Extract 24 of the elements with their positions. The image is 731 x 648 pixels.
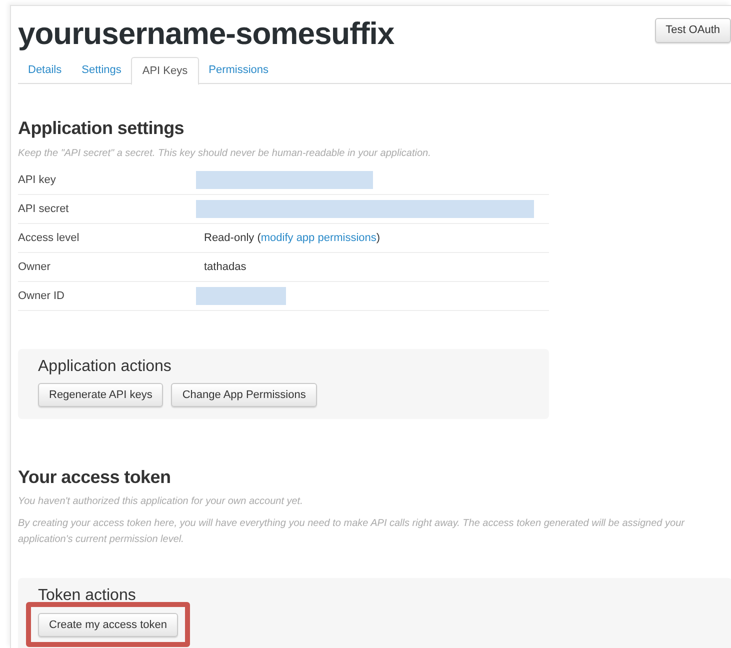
section-heading: Your access token <box>18 466 172 488</box>
panel-heading: Token actions <box>38 586 137 606</box>
button[interactable]: Create my access token <box>38 613 178 638</box>
button[interactable]: Change App Permissions <box>171 383 317 407</box>
field-label: Owner <box>18 260 52 275</box>
section-note: By creating your access token here, you will have everything you need to make API calls right away. The access token generated will be assigned your application's current permission level. <box>18 517 686 547</box>
field-value: Read-only (modify app permissions) <box>204 230 380 246</box>
section-heading: Application settings <box>18 117 186 139</box>
panel-heading: Application actions <box>38 357 172 377</box>
tab[interactable]: Permissions <box>198 57 279 84</box>
field-label: API secret <box>18 202 70 217</box>
tab[interactable]: Details <box>18 57 72 84</box>
field-label: Access level <box>18 230 80 246</box>
tab[interactable]: API Keys <box>131 57 199 85</box>
field-label: API key <box>18 172 57 188</box>
page-title: yourusername-somesuffix <box>18 16 394 52</box>
test-oauth-button[interactable]: Test OAuth <box>654 18 731 43</box>
section-note: Keep the "API secret" a secret. This key should never be human-readable in your application. <box>18 147 432 161</box>
field-label: Owner ID <box>18 288 66 304</box>
tab[interactable]: Settings <box>72 57 132 84</box>
section-note: You haven't authorized this application for your own account yet. <box>18 495 304 509</box>
permissions-link[interactable]: modify app permissions <box>260 232 376 244</box>
field-value: tathadas <box>204 260 246 275</box>
button[interactable]: Regenerate API keys <box>38 383 164 407</box>
